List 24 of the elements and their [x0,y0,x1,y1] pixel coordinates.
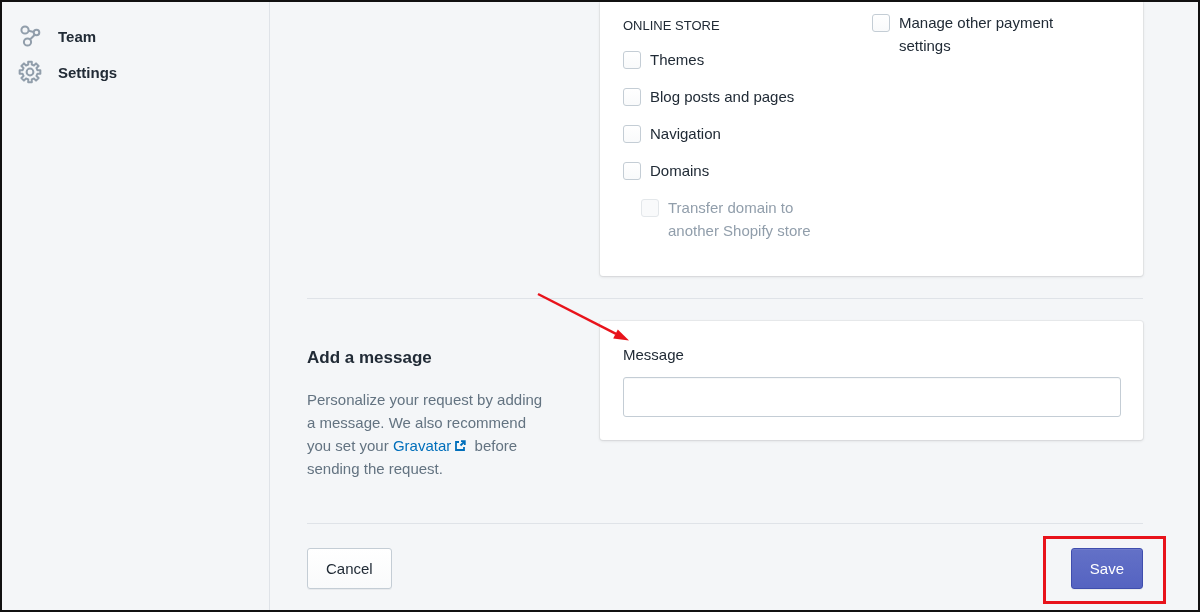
section-heading: ONLINE STORE [623,17,721,35]
field-label: Message [623,345,685,365]
settings-icon [18,60,42,84]
message-input[interactable] [623,377,1121,417]
sidebar-item[interactable]: Settings [2,54,269,90]
external-link-icon [454,440,467,452]
gravatar-link[interactable]: Gravatar [392,437,467,454]
checkbox[interactable] [623,161,641,180]
option-label: Domains [650,161,710,181]
nodes-icon [18,24,42,48]
description-text: Personalize your request by adding a message. We also recommend you set your Gravatar before sending the request. [307,390,544,479]
option-label: Transfer domain to another Shopify store [668,198,812,241]
sidebar-item[interactable]: Team [2,18,269,54]
checkbox[interactable] [623,50,641,69]
option-label: Blog posts and pages [650,87,795,107]
checkbox[interactable] [623,124,641,143]
checkbox[interactable] [872,13,890,32]
cancel-button[interactable]: Cancel [307,548,392,589]
checkbox[interactable] [623,87,641,106]
option-label: Manage other payment settings [899,13,1055,56]
section-title: Add a message [307,347,433,369]
save-button[interactable]: Save [1070,548,1143,589]
option-label: Navigation [650,124,721,144]
option-label: Themes [650,50,705,70]
